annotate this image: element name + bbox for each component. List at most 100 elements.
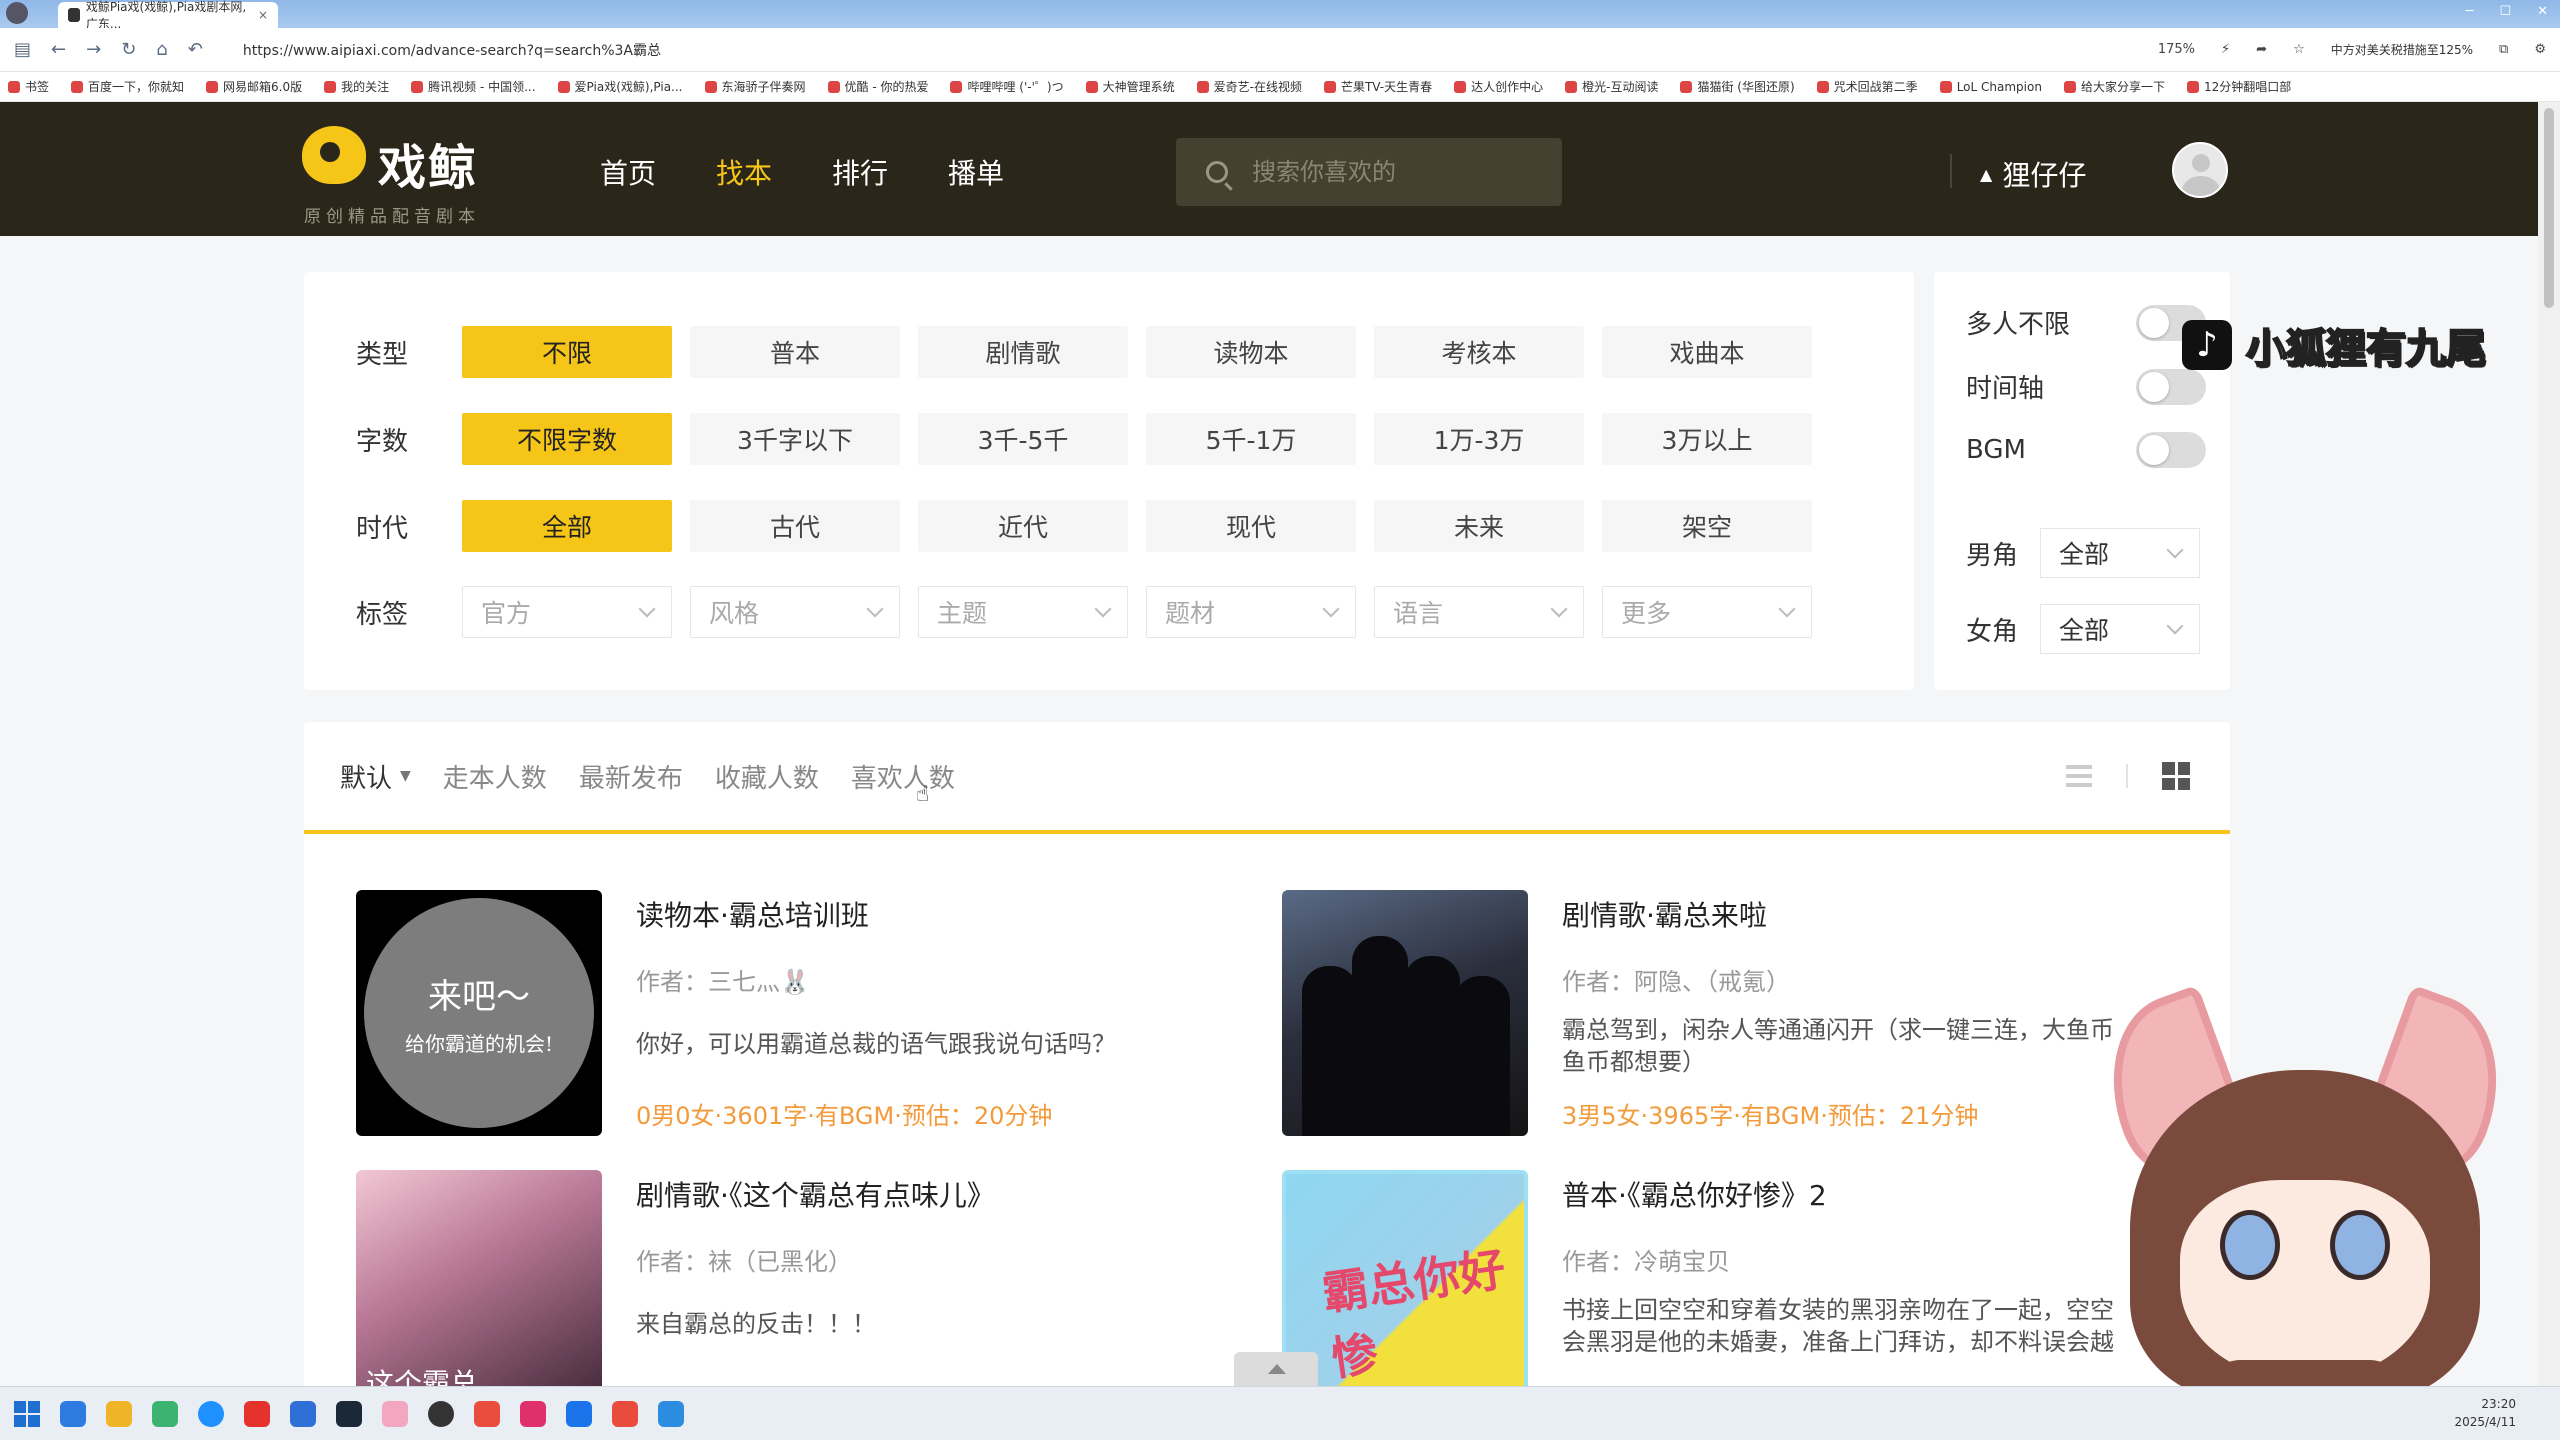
script-cover[interactable]: 霸总你好惨: [1282, 1170, 1528, 1416]
filter-option[interactable]: 3千-5千: [918, 413, 1128, 465]
star-icon[interactable]: ☆: [2293, 42, 2305, 57]
filter-option[interactable]: 普本: [690, 326, 900, 378]
bookmark-item[interactable]: 我的关注: [324, 78, 389, 95]
browser-tab[interactable]: 戏鲸Pia戏(戏鲸),Pia戏剧本网,广东... ×: [58, 0, 278, 31]
filter-option[interactable]: 近代: [918, 500, 1128, 552]
bookmark-item[interactable]: 爱Pia戏(戏鲸),Pia...: [557, 78, 683, 95]
bookmark-item[interactable]: 12分钟翻唱口部: [2186, 78, 2291, 95]
male-role-select[interactable]: 全部: [2040, 528, 2201, 578]
system-clock[interactable]: 23:20 2025/4/11: [2454, 1395, 2516, 1431]
filter-option[interactable]: 架空: [1602, 500, 1812, 552]
tag-select-language[interactable]: 语言: [1374, 586, 1584, 638]
extensions-icon[interactable]: ⧉: [2499, 42, 2508, 57]
filter-option[interactable]: 现代: [1146, 500, 1356, 552]
steam-icon[interactable]: [336, 1400, 362, 1427]
grid-view-icon[interactable]: [2162, 762, 2190, 790]
script-cover[interactable]: 来吧～ 给你霸道的机会!: [356, 890, 602, 1136]
script-card[interactable]: 这个霸总 剧情歌·《这个霸总有点味儿》 作者：袜（已黑化） 来自霸总的反击！！！: [356, 1170, 1236, 1420]
filter-option[interactable]: 5千-1万: [1146, 413, 1356, 465]
sort-likes[interactable]: 喜欢人数: [851, 758, 955, 795]
edge-icon[interactable]: [198, 1400, 224, 1427]
undo-icon[interactable]: ↶: [188, 39, 203, 60]
filter-option[interactable]: 不限: [462, 326, 672, 378]
filter-option[interactable]: 古代: [690, 500, 900, 552]
site-logo[interactable]: 戏鲸 原创精品配音剧本: [300, 120, 500, 227]
wechat-icon[interactable]: [152, 1400, 178, 1427]
tag-select-style[interactable]: 风格: [690, 586, 900, 638]
home-icon[interactable]: ⌂: [156, 39, 167, 60]
page-scrollbar[interactable]: [2538, 102, 2560, 1386]
filter-option[interactable]: 全部: [462, 500, 672, 552]
tag-select-more[interactable]: 更多: [1602, 586, 1812, 638]
bookmark-item[interactable]: 网易邮箱6.0版: [206, 78, 302, 95]
filter-option[interactable]: 戏曲本: [1602, 326, 1812, 378]
bookmark-item[interactable]: 优酷 - 你的热爱: [827, 78, 928, 95]
zoom-indicator[interactable]: 175%: [2158, 42, 2195, 57]
bookmark-item[interactable]: 哔哩哔哩 ('-'゜)つ: [950, 78, 1064, 95]
bookmark-item[interactable]: 大神管理系统: [1085, 78, 1175, 95]
settings-icon[interactable]: ⚙: [2534, 42, 2546, 57]
app-icon[interactable]: [474, 1400, 500, 1427]
app-icon[interactable]: [612, 1400, 638, 1427]
reload-icon[interactable]: ↻: [121, 39, 136, 60]
app-icon[interactable]: [290, 1400, 316, 1427]
bookmark-item[interactable]: 猫猫街 (华图还原): [1680, 78, 1795, 95]
sidebar-toggle-icon[interactable]: ▤: [14, 39, 31, 60]
minimize-icon[interactable]: ─: [2466, 4, 2474, 19]
script-card[interactable]: 霸总你好惨 普本·《霸总你好惨》2 作者：冷萌宝贝 书接上回空空和穿着女装的黑羽…: [1282, 1170, 2162, 1420]
bookmark-item[interactable]: 芒果TV-天生青春: [1323, 78, 1432, 95]
app-icon[interactable]: [520, 1400, 546, 1427]
filter-option[interactable]: 3千字以下: [690, 413, 900, 465]
back-to-top-button[interactable]: [1234, 1352, 1318, 1386]
script-cover[interactable]: 这个霸总: [356, 1170, 602, 1416]
windows-start-icon[interactable]: [14, 1400, 40, 1427]
tag-select-theme[interactable]: 主题: [918, 586, 1128, 638]
bookmark-item[interactable]: 给大家分享一下: [2063, 78, 2165, 95]
lightning-icon[interactable]: ⚡: [2221, 42, 2230, 57]
filter-option[interactable]: 不限字数: [462, 413, 672, 465]
search-input[interactable]: [1252, 158, 1532, 186]
script-title[interactable]: 剧情歌·霸总来啦: [1562, 894, 1767, 934]
search-icon[interactable]: [1206, 161, 1228, 183]
app-icon[interactable]: [60, 1400, 86, 1427]
script-author[interactable]: 作者：三七灬🐰: [636, 962, 810, 997]
user-menu[interactable]: ▲ 狸仔仔: [1980, 154, 2086, 194]
list-view-icon[interactable]: [2066, 765, 2092, 787]
forward-icon[interactable]: →: [86, 39, 101, 60]
script-author[interactable]: 作者：冷萌宝贝: [1562, 1242, 1730, 1277]
filter-option[interactable]: 读物本: [1146, 326, 1356, 378]
female-role-select[interactable]: 全部: [2040, 604, 2201, 654]
close-window-icon[interactable]: ✕: [2537, 4, 2548, 19]
script-title[interactable]: 剧情歌·《这个霸总有点味儿》: [636, 1174, 995, 1214]
share-icon[interactable]: ➦: [2256, 42, 2267, 57]
bookmark-item[interactable]: LoL Champion: [1939, 80, 2042, 94]
url-field[interactable]: https://www.aipiaxi.com/advance-search?q…: [243, 40, 661, 60]
close-tab-icon[interactable]: ×: [258, 8, 268, 22]
script-card[interactable]: 剧情歌·霸总来啦 作者：阿隐、（戒氪） 霸总驾到，闲杂人等通通闪开（求一键三连，…: [1282, 890, 2162, 1140]
filter-option[interactable]: 3万以上: [1602, 413, 1812, 465]
app-icon[interactable]: [382, 1400, 408, 1427]
user-avatar[interactable]: [2172, 142, 2228, 198]
browser-profile-icon[interactable]: [6, 2, 28, 24]
script-author[interactable]: 作者：袜（已黑化）: [636, 1242, 852, 1277]
bookmark-item[interactable]: 腾讯视频 - 中国领...: [411, 78, 536, 95]
sort-default[interactable]: 默认 ▼: [340, 758, 411, 795]
obs-icon[interactable]: [428, 1400, 454, 1427]
bookmark-item[interactable]: 书签: [8, 78, 49, 95]
back-icon[interactable]: ←: [51, 39, 66, 60]
bookmark-item[interactable]: 橙光-互动阅读: [1565, 78, 1658, 95]
tag-select-subject[interactable]: 题材: [1146, 586, 1356, 638]
bookmark-item[interactable]: 达人创作中心: [1454, 78, 1543, 95]
app-icon[interactable]: [566, 1400, 592, 1427]
filter-option[interactable]: 剧情歌: [918, 326, 1128, 378]
sort-favorites[interactable]: 收藏人数: [715, 758, 819, 795]
script-card[interactable]: 来吧～ 给你霸道的机会! 读物本·霸总培训班 作者：三七灬🐰 你好，可以用霸道总…: [356, 890, 1236, 1140]
bookmark-item[interactable]: 东海骄子伴奏网: [704, 78, 806, 95]
script-title[interactable]: 读物本·霸总培训班: [636, 894, 869, 934]
folder-icon[interactable]: [106, 1400, 132, 1427]
bookmark-item[interactable]: 咒术回战第二季: [1816, 78, 1918, 95]
browser-app-icon[interactable]: [658, 1400, 684, 1427]
filter-option[interactable]: 考核本: [1374, 326, 1584, 378]
nav-ranking[interactable]: 排行: [832, 152, 888, 192]
filter-option[interactable]: 1万-3万: [1374, 413, 1584, 465]
